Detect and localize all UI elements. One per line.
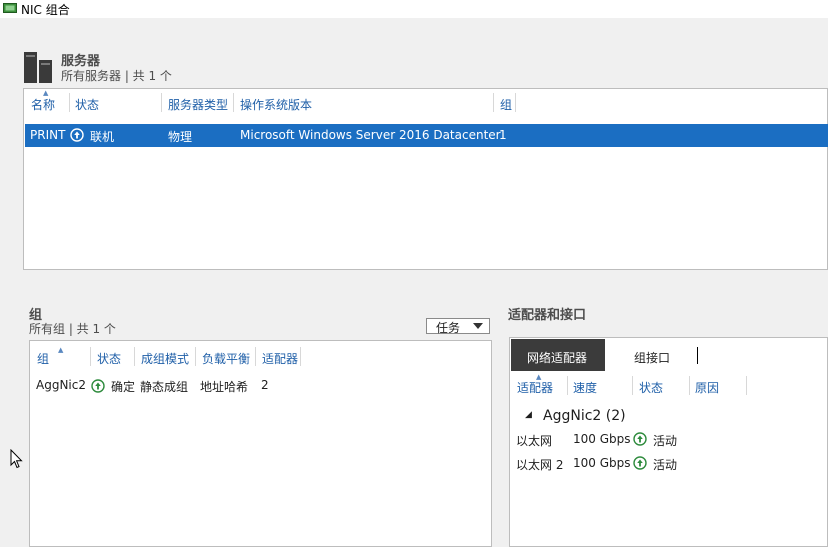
column-header-name[interactable]: 名称 [31,96,55,113]
chevron-down-icon [473,323,483,329]
collapse-triangle-icon[interactable]: ◢ [525,410,532,420]
adapters-panel: 网络适配器 组接口 ▲ 适配器 速度 状态 原因 ◢ AggNic2 (2) 以… [509,337,828,547]
server-groups: 1 [499,128,507,142]
tab-network-adapters[interactable]: 网络适配器 [511,339,605,371]
column-divider [746,376,747,395]
column-header-os-version[interactable]: 操作系统版本 [240,96,312,113]
column-divider [515,93,516,112]
status-active-icon [633,432,647,446]
column-header-group[interactable]: 组 [37,350,49,367]
column-divider [195,347,196,366]
text-cursor [697,347,698,364]
adapter-name: 以太网 [516,434,553,448]
title-bar: NIC 组合 [0,0,828,18]
column-divider [567,376,568,395]
group-load-balancing: 地址哈希 [200,380,249,394]
groups-table: ▲ 组 状态 成组模式 负载平衡 适配器 AggNic2 确定 静态成组 地址哈… [29,340,492,547]
adapter-group-label: AggNic2 (2) [543,408,626,424]
server-os: Microsoft Windows Server 2016 Datacenter [240,128,501,142]
column-header-load-balancing[interactable]: 负载平衡 [202,350,250,367]
group-adapters: 2 [261,378,269,392]
server-type: 物理 [168,130,193,144]
column-divider [300,347,301,366]
column-header-groups[interactable]: 组 [500,96,512,113]
column-header-status[interactable]: 状态 [97,350,121,367]
column-header-speed[interactable]: 速度 [573,379,597,396]
server-row-selected[interactable]: PRINT 联机 物理 Microsoft Windows Server 201… [25,124,828,147]
online-status-icon [70,128,84,142]
servers-icon [24,52,52,83]
column-header-status[interactable]: 状态 [639,379,663,396]
column-header-adapters[interactable]: 适配器 [262,350,298,367]
groups-subtitle: 所有组 | 共 1 个 [29,322,116,336]
column-divider [161,93,162,112]
column-header-teaming-mode[interactable]: 成组模式 [141,350,189,367]
column-divider [233,93,234,112]
column-divider [632,376,633,395]
adapter-name: 以太网 2 [516,458,564,472]
column-divider [689,376,690,395]
tasks-dropdown[interactable]: 任务 [426,318,490,335]
adapter-speed: 100 Gbps [573,456,631,470]
adapter-speed: 100 Gbps [573,432,631,446]
window-title: NIC 组合 [21,3,70,17]
tasks-label: 任务 [436,321,461,335]
tab-label: 网络适配器 [527,351,588,365]
nic-teaming-app-icon [3,3,17,13]
group-name: AggNic2 [36,378,86,392]
mouse-pointer-icon [10,449,23,469]
group-teaming-mode: 静态成组 [140,380,189,394]
status-ok-icon [91,379,105,393]
column-divider [134,347,135,366]
adapter-status: 活动 [653,458,678,472]
column-divider [69,93,70,112]
column-header-adapter[interactable]: 适配器 [517,379,553,396]
group-status: 确定 [111,380,136,394]
status-active-icon [633,456,647,470]
column-header-reason[interactable]: 原因 [695,379,719,396]
server-status: 联机 [90,130,115,144]
column-header-status[interactable]: 状态 [75,96,99,113]
column-divider [493,93,494,112]
sort-ascending-icon: ▲ [58,346,64,354]
column-header-server-type[interactable]: 服务器类型 [168,96,228,113]
adapters-title: 适配器和接口 [508,308,587,323]
adapter-status: 活动 [653,434,678,448]
servers-subtitle: 所有服务器 | 共 1 个 [61,69,172,83]
column-divider [255,347,256,366]
servers-table: ▲ 名称 状态 服务器类型 操作系统版本 组 PRINT 联机 物理 Micro… [23,88,828,270]
column-divider [90,347,91,366]
tab-team-interfaces[interactable]: 组接口 [634,349,670,366]
server-name: PRINT [30,128,66,142]
